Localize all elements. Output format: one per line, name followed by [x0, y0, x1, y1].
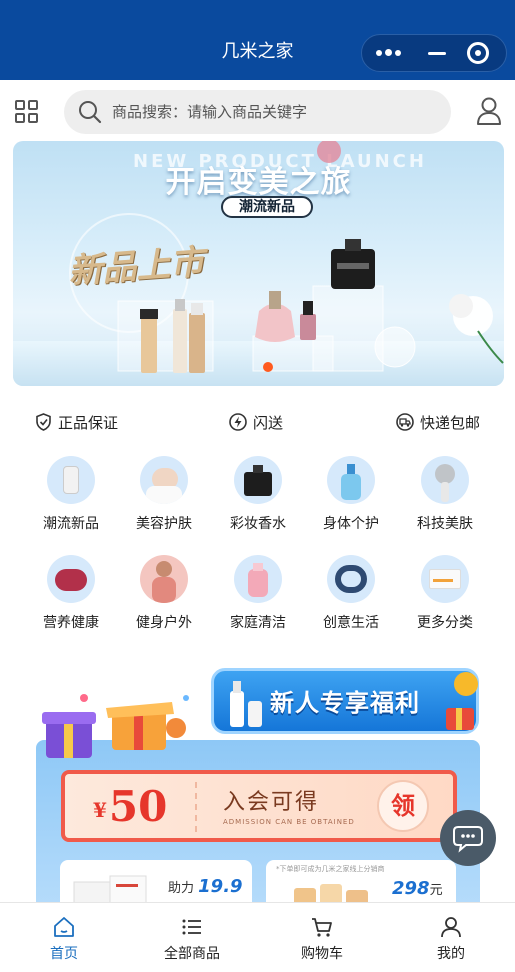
tab-label: 我的	[437, 946, 465, 962]
category-grid-icon[interactable]	[15, 100, 39, 124]
search-icon	[79, 101, 102, 124]
coupon-card[interactable]: ¥50 入会可得 ADMISSION CAN BE OBTAINED 领	[61, 770, 457, 842]
creative-life-icon	[327, 555, 375, 603]
category-makeup-perfume[interactable]: 彩妆香水	[213, 456, 303, 533]
perfume-icon	[234, 456, 282, 504]
coupon-title: 入会可得	[223, 790, 320, 815]
home-icon	[54, 917, 74, 937]
cart-icon	[312, 918, 332, 937]
category-creative-life[interactable]: 创意生活	[306, 555, 396, 632]
category-beauty-tech[interactable]: 科技美肤	[400, 456, 490, 533]
promo-product-icon	[230, 681, 262, 727]
delivery-icon	[396, 413, 414, 431]
category-fitness[interactable]: 健身户外	[119, 555, 209, 632]
cleaning-icon	[234, 555, 282, 603]
distributor-price: 298元	[392, 878, 443, 899]
tab-profile[interactable]: 我的	[387, 903, 515, 972]
category-body-care[interactable]: 身体个护	[306, 456, 396, 533]
list-icon	[182, 919, 201, 935]
customer-service-button[interactable]	[440, 810, 496, 866]
nutrition-icon	[47, 555, 95, 603]
newcomer-promo: 新人专享福利 ¥50 入会可得 ADMISSION CAN BE OBTAINE…	[36, 660, 480, 916]
category-label: 营养健康	[43, 615, 99, 631]
mini-program-capsule	[361, 34, 507, 72]
tab-all-products[interactable]: 全部商品	[128, 903, 256, 972]
coupon-subtitle: ADMISSION CAN BE OBTAINED	[223, 818, 355, 826]
coupon-amount: ¥50	[93, 782, 168, 831]
category-label: 彩妆香水	[230, 516, 286, 532]
minimize-icon[interactable]	[424, 35, 452, 71]
close-target-icon[interactable]	[467, 42, 489, 64]
more-category-icon	[421, 555, 469, 603]
skincare-icon	[140, 456, 188, 504]
guarantee-label: 正品保证	[58, 413, 119, 432]
title-bar: 几米之家	[0, 0, 515, 80]
tab-label: 首页	[50, 946, 78, 962]
fitness-icon	[140, 555, 188, 603]
hero-banner[interactable]: NEW PRODUCT LAUNCH 开启变美之旅 潮流新品 新品上市	[13, 141, 504, 386]
category-more[interactable]: 更多分类	[400, 555, 490, 632]
guarantee-flash: 闪送	[229, 410, 283, 434]
category-label: 科技美肤	[417, 516, 473, 532]
chat-bubble-icon	[453, 826, 483, 853]
user-icon[interactable]	[476, 97, 502, 125]
search-input[interactable]: 商品搜索：请输入商品关键字	[64, 90, 451, 134]
promo-title-banner: 新人专享福利	[211, 668, 479, 734]
lightning-icon	[229, 413, 247, 431]
gift-box-icon	[42, 694, 189, 758]
new-product-icon	[47, 456, 95, 504]
body-care-icon	[327, 456, 375, 504]
tab-cart[interactable]: 购物车	[258, 903, 386, 972]
category-cleaning[interactable]: 家庭清洁	[213, 555, 303, 632]
guarantee-authentic: 正品保证	[35, 410, 118, 434]
profile-icon	[441, 917, 461, 938]
shield-check-icon	[36, 413, 51, 431]
coupon-divider	[195, 782, 197, 832]
carousel-indicator-active[interactable]	[263, 362, 273, 372]
category-nutrition[interactable]: 营养健康	[26, 555, 116, 632]
guarantee-free-shipping: 快递包邮	[396, 410, 480, 434]
category-label: 美容护肤	[136, 516, 192, 532]
promo-title: 新人专享福利	[270, 689, 420, 717]
distributor-note: *下单即可成为几米之家线上分销商	[276, 865, 385, 873]
category-label: 创意生活	[323, 615, 379, 631]
category-label: 潮流新品	[43, 516, 99, 532]
category-new-products[interactable]: 潮流新品	[26, 456, 116, 533]
category-label: 健身户外	[136, 615, 192, 631]
tab-home[interactable]: 首页	[0, 903, 128, 972]
more-icon[interactable]	[362, 35, 414, 71]
search-placeholder: 商品搜索：请输入商品关键字	[112, 103, 308, 121]
beauty-device-icon	[421, 456, 469, 504]
guarantee-label: 闪送	[253, 413, 284, 432]
guarantee-label: 快递包邮	[420, 413, 481, 432]
claim-coupon-button[interactable]: 领	[377, 780, 429, 832]
category-skincare[interactable]: 美容护肤	[119, 456, 209, 533]
tab-label: 购物车	[301, 946, 343, 962]
banner-products	[117, 141, 504, 373]
category-label: 身体个护	[323, 516, 379, 532]
tab-label: 全部商品	[164, 946, 220, 962]
category-label: 家庭清洁	[230, 615, 286, 631]
coin-gift-icon	[446, 672, 478, 730]
category-label: 更多分类	[417, 615, 473, 631]
bottom-tab-bar: 首页 全部商品 购物车 我的	[0, 902, 515, 972]
